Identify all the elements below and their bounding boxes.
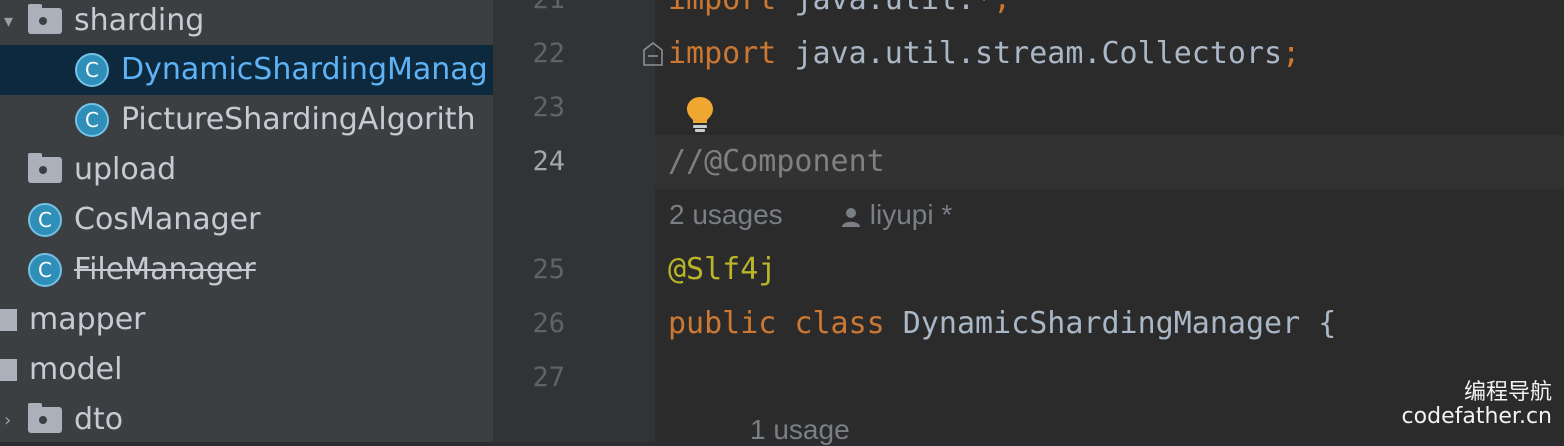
tree-item-mapper[interactable]: mapper — [0, 295, 493, 345]
tree-item-cos-manager[interactable]: C CosManager — [0, 195, 493, 245]
tree-item-dynamic-sharding-manager[interactable]: C DynamicShardingManag — [0, 45, 493, 95]
author-name: liyupi * — [869, 199, 953, 230]
code-token: ; — [993, 0, 1011, 17]
tree-item-label: dto — [74, 402, 124, 437]
tree-item-picture-sharding-algorithm[interactable]: C PictureShardingAlgorith — [0, 95, 493, 145]
project-tree: ▾ sharding C DynamicShardingManag C Pict… — [0, 0, 493, 442]
tree-item-sharding[interactable]: ▾ sharding — [0, 0, 493, 46]
tree-item-label: CosManager — [74, 202, 261, 237]
folder-icon — [28, 403, 62, 433]
watermark-title: 编程导航 — [1463, 380, 1552, 405]
code-token: DynamicShardingManager { — [884, 306, 1337, 341]
class-icon: C — [28, 253, 62, 287]
class-icon: C — [75, 53, 109, 87]
code-token: import — [668, 0, 776, 17]
tree-item-file-manager[interactable]: C FileManager — [0, 245, 493, 295]
code-line[interactable]: import java.util.stream.Collectors; — [668, 36, 1300, 71]
class-icon: C — [28, 203, 62, 237]
tree-item-model[interactable]: model — [0, 345, 493, 395]
tree-item-label: model — [29, 352, 123, 387]
chevron-right-icon[interactable]: › — [4, 410, 11, 431]
author-inlay-hint[interactable]: liyupi * — [840, 199, 952, 231]
lightbulb-icon[interactable] — [684, 95, 716, 133]
line-number: 23 — [532, 92, 565, 123]
tree-item-label: FileManager — [74, 252, 256, 287]
usages-inlay-hint[interactable]: 1 usage — [750, 414, 850, 446]
folder-icon — [28, 153, 62, 183]
code-token: //@Component — [668, 144, 885, 179]
package-icon — [0, 359, 17, 381]
tree-item-label: mapper — [29, 302, 146, 337]
line-number: 27 — [532, 362, 565, 393]
code-line[interactable]: public class DynamicShardingManager { — [668, 306, 1336, 341]
package-icon — [0, 309, 17, 331]
code-line[interactable]: //@Component — [668, 144, 885, 179]
tree-item-label: DynamicShardingManag — [121, 52, 488, 87]
folder-icon — [28, 4, 62, 34]
code-token: ; — [1282, 36, 1301, 71]
code-line[interactable]: import java.util.*; — [668, 0, 1011, 17]
code-token: @Slf4j — [668, 252, 777, 287]
watermark-site: codefather.cn — [1401, 404, 1552, 429]
tree-item-upload[interactable]: upload — [0, 145, 493, 195]
tree-item-label: PictureShardingAlgorith — [121, 102, 476, 137]
line-number: 22 — [532, 38, 565, 69]
class-icon: C — [75, 103, 109, 137]
user-icon — [842, 207, 860, 227]
code-token: java.util.stream.Collectors — [776, 36, 1283, 71]
code-token: import — [668, 36, 777, 71]
tree-item-label: sharding — [74, 3, 205, 38]
line-number-current: 24 — [532, 146, 565, 177]
code-line[interactable]: @Slf4j — [668, 252, 776, 287]
code-token: class — [794, 306, 885, 341]
fold-marker-icon[interactable] — [642, 42, 664, 66]
tree-item-dto[interactable]: › dto — [0, 395, 493, 442]
code-token: public — [668, 306, 777, 341]
chevron-down-icon[interactable]: ▾ — [4, 11, 13, 32]
tree-item-label: upload — [74, 152, 177, 187]
code-token: java.util.* — [776, 0, 993, 17]
line-number: 25 — [532, 254, 565, 285]
usages-inlay-hint[interactable]: 2 usages — [669, 199, 783, 231]
line-number: 26 — [532, 308, 565, 339]
line-number: 21 — [493, 0, 565, 15]
